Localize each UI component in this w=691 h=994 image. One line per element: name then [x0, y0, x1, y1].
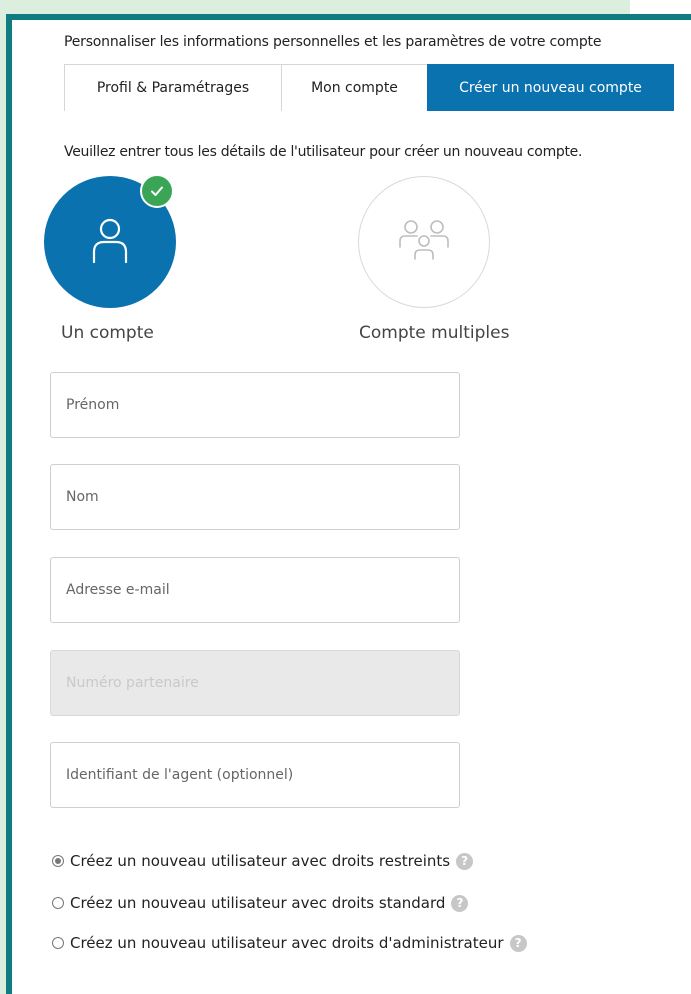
agent-id-input[interactable]	[50, 742, 460, 808]
help-icon[interactable]: ?	[451, 894, 469, 912]
form-instructions: Veuillez entrer tous les détails de l'ut…	[64, 144, 583, 160]
intro-text: Personnaliser les informations personnel…	[64, 34, 602, 50]
window-corner	[630, 0, 691, 14]
account-type-single-label: Un compte	[61, 323, 154, 343]
radio-standard[interactable]	[52, 897, 64, 909]
account-type-multiple[interactable]	[358, 176, 490, 308]
help-icon[interactable]: ?	[456, 852, 474, 870]
single-account-circle[interactable]	[44, 174, 176, 308]
tab-profile-settings[interactable]: Profil & Paramétrages	[64, 64, 282, 111]
help-icon[interactable]: ?	[509, 934, 527, 952]
rights-restricted-label: Créez un nouveau utilisateur avec droits…	[70, 852, 451, 870]
single-user-icon	[84, 214, 136, 270]
email-input[interactable]	[50, 557, 460, 623]
last-name-input[interactable]	[50, 464, 460, 530]
account-type-multiple-label: Compte multiples	[359, 323, 510, 343]
tab-create-account[interactable]: Créer un nouveau compte	[427, 64, 674, 111]
first-name-input[interactable]	[50, 372, 460, 438]
radio-admin[interactable]	[52, 937, 64, 949]
selected-check-icon	[140, 174, 174, 208]
partner-number-input	[50, 650, 460, 716]
multiple-users-icon	[394, 217, 454, 267]
multiple-account-circle[interactable]	[358, 176, 490, 308]
tab-my-account[interactable]: Mon compte	[281, 64, 428, 111]
rights-option-admin[interactable]: Créez un nouveau utilisateur avec droits…	[52, 934, 527, 952]
rights-option-standard[interactable]: Créez un nouveau utilisateur avec droits…	[52, 894, 469, 912]
account-type-single[interactable]	[44, 174, 176, 308]
rights-admin-label: Créez un nouveau utilisateur avec droits…	[70, 934, 504, 952]
radio-restricted[interactable]	[52, 855, 64, 867]
account-panel: Personnaliser les informations personnel…	[6, 14, 691, 994]
rights-standard-label: Créez un nouveau utilisateur avec droits…	[70, 894, 446, 912]
tab-bar: Profil & Paramétrages Mon compte Créer u…	[64, 64, 674, 112]
rights-option-restricted[interactable]: Créez un nouveau utilisateur avec droits…	[52, 852, 474, 870]
